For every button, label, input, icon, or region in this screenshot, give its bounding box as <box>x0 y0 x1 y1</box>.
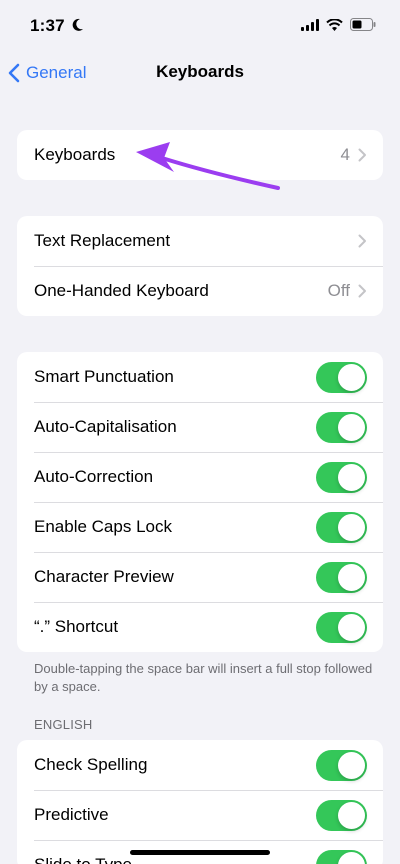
predictive-row: Predictive <box>17 790 383 840</box>
row-label: Check Spelling <box>34 755 148 774</box>
battery-icon <box>350 18 376 36</box>
row-label: “.” Shortcut <box>34 617 119 636</box>
character-preview-row: Character Preview <box>17 552 383 602</box>
smart-punctuation-row: Smart Punctuation <box>17 352 383 402</box>
text-replacement-row[interactable]: Text Replacement <box>17 216 383 266</box>
auto-capitalisation-toggle[interactable] <box>316 411 367 443</box>
enable-caps-lock-row: Enable Caps Lock <box>17 502 383 552</box>
enable-caps-lock-toggle[interactable] <box>316 511 367 543</box>
home-indicator[interactable] <box>130 850 270 855</box>
row-label: One-Handed Keyboard <box>34 281 209 300</box>
row-label: Smart Punctuation <box>34 367 174 386</box>
character-preview-toggle[interactable] <box>316 561 367 593</box>
auto-correction-row: Auto-Correction <box>17 452 383 502</box>
page-title: Keyboards <box>156 62 244 81</box>
row-label: Auto-Correction <box>34 467 154 486</box>
row-label: Enable Caps Lock <box>34 517 172 536</box>
cellular-signal-icon <box>301 18 319 36</box>
moon-icon <box>72 18 84 37</box>
period-shortcut-row: “.” Shortcut <box>17 602 383 652</box>
auto-capitalisation-row: Auto-Capitalisation <box>17 402 383 452</box>
status-bar: 1:37 <box>0 0 400 52</box>
check-spelling-toggle[interactable] <box>316 749 367 781</box>
row-label: Predictive <box>34 805 109 824</box>
period-shortcut-toggle[interactable] <box>316 611 367 643</box>
status-indicators <box>301 18 376 36</box>
wifi-icon <box>326 18 343 36</box>
shortcut-footnote: Double-tapping the space bar will insert… <box>34 661 373 694</box>
navigation-bar: General Keyboards <box>0 52 400 96</box>
keyboard-options-group: Smart Punctuation Auto-Capitalisation Au… <box>17 352 383 652</box>
one-handed-keyboard-row[interactable]: One-Handed Keyboard Off <box>17 266 383 316</box>
english-options-group: Check Spelling Predictive Slide to Type <box>17 740 383 864</box>
predictive-toggle[interactable] <box>316 799 367 831</box>
check-spelling-row: Check Spelling <box>17 740 383 790</box>
auto-correction-toggle[interactable] <box>316 461 367 493</box>
text-settings-group: Text Replacement One-Handed Keyboard Off <box>17 216 383 316</box>
chevron-right-icon <box>358 284 366 298</box>
status-time: 1:37 <box>30 16 65 35</box>
smart-punctuation-toggle[interactable] <box>316 361 367 393</box>
row-label: Text Replacement <box>34 231 171 250</box>
row-label: Auto-Capitalisation <box>34 417 177 436</box>
chevron-right-icon <box>358 148 366 162</box>
slide-to-type-toggle[interactable] <box>316 849 367 864</box>
row-label: Character Preview <box>34 567 174 586</box>
english-section-header: ENGLISH <box>34 717 93 732</box>
chevron-right-icon <box>358 234 366 248</box>
keyboards-count: 4 <box>340 145 350 164</box>
row-label: Slide to Type <box>34 855 316 864</box>
annotation-arrow-icon <box>136 142 280 190</box>
one-handed-value: Off <box>327 281 350 300</box>
